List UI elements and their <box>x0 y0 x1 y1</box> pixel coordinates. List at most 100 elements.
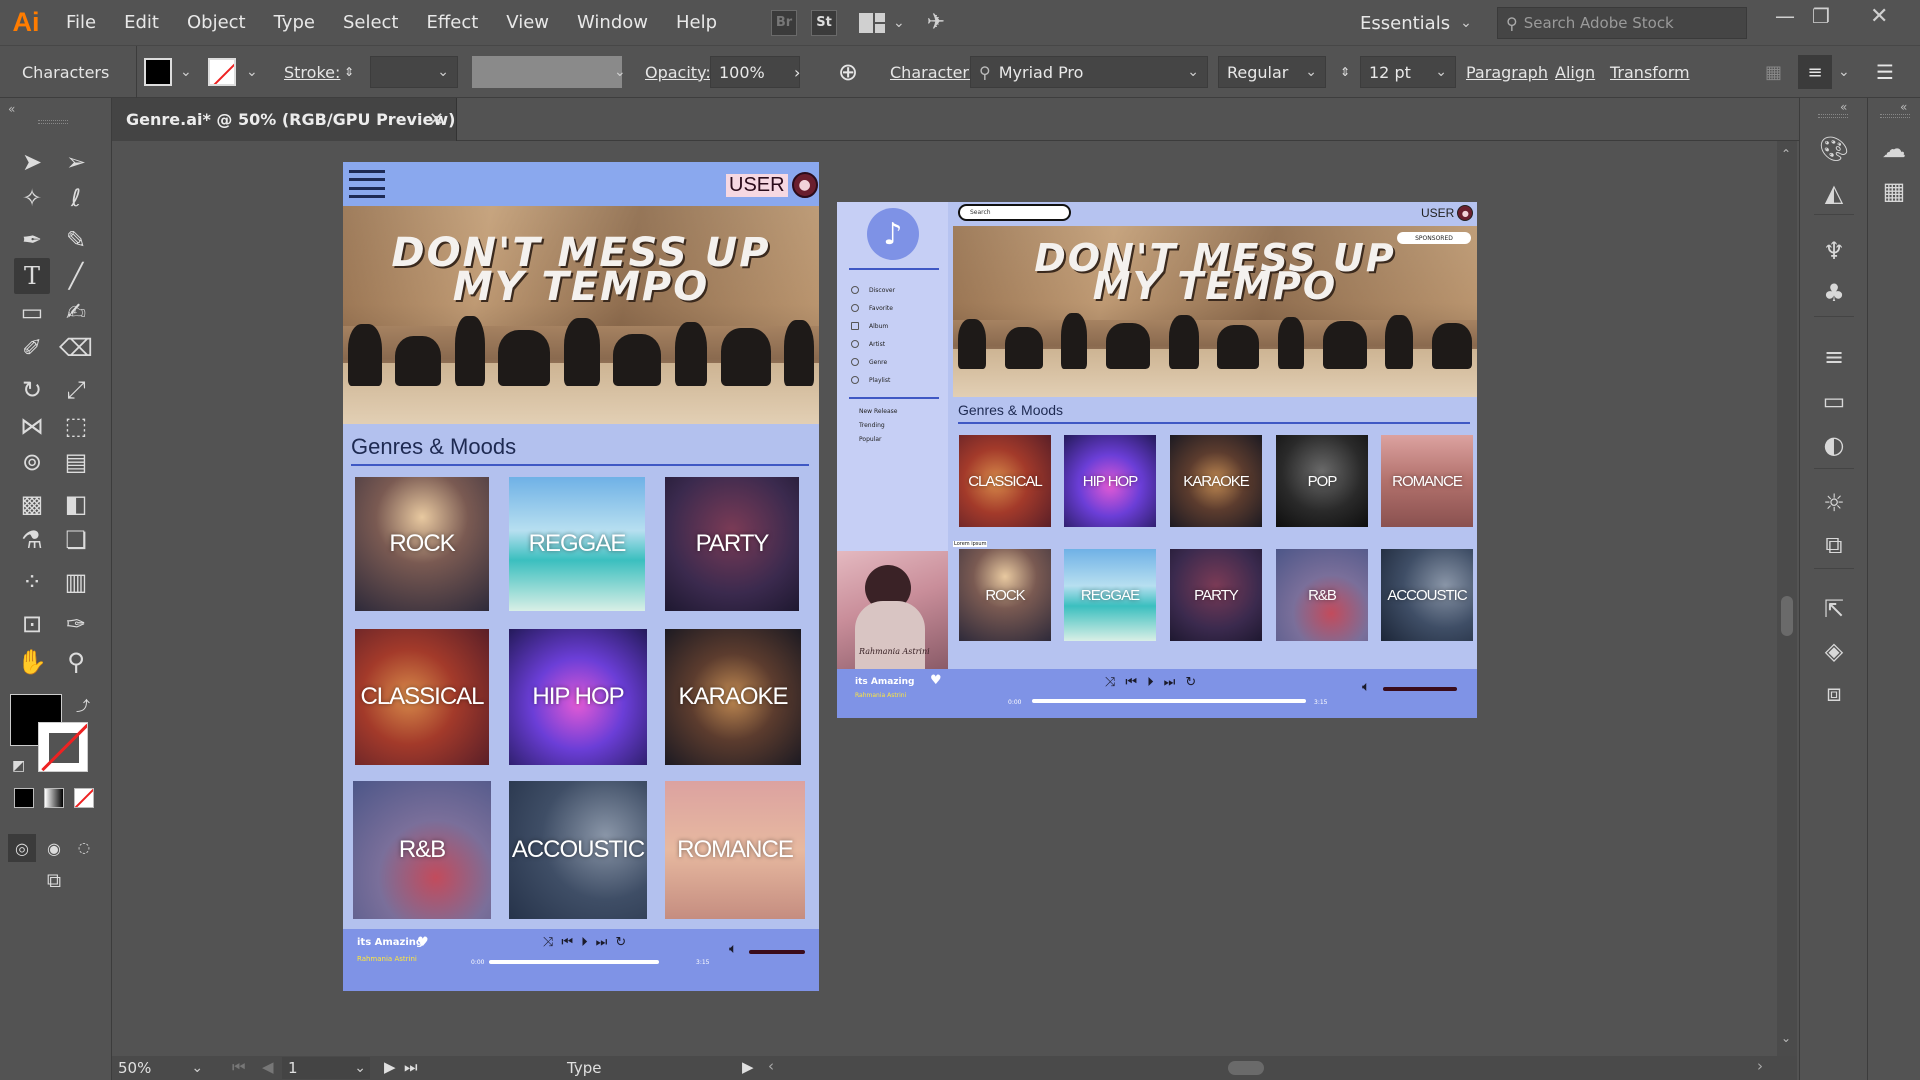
screen-mode-icon[interactable]: ⧉ <box>36 862 72 898</box>
stock-search-field[interactable]: ⚲ Search Adobe Stock <box>1497 7 1747 39</box>
nav-discover[interactable]: Discover <box>851 286 895 294</box>
close-tab-icon[interactable]: ✕ <box>429 109 444 130</box>
align-chevron-icon[interactable]: ⌄ <box>1838 46 1850 98</box>
previous-artboard-icon[interactable]: ◀ <box>262 1058 274 1076</box>
rotate-tool-icon[interactable]: ↻ <box>14 372 50 408</box>
width-tool-icon[interactable]: ⋈ <box>14 408 50 444</box>
next-track-icon[interactable]: ⏭ <box>1164 675 1176 690</box>
color-palette-icon[interactable]: 🎨︎ <box>1816 132 1852 166</box>
genre-tile-reggae[interactable]: REGGAE <box>1064 549 1156 641</box>
stroke-stepper-icon[interactable]: ⇕ <box>344 46 354 98</box>
symbol-sprayer-tool-icon[interactable]: ⁘ <box>14 564 50 600</box>
paragraph-align-icon[interactable]: ≡ <box>1798 55 1832 89</box>
nav-new-release[interactable]: New Release <box>859 408 897 415</box>
properties-icon[interactable]: ▦ <box>1876 174 1912 208</box>
stroke-label[interactable]: Stroke: <box>284 46 340 98</box>
menu-window[interactable]: Window <box>563 12 662 33</box>
nav-favorite[interactable]: Favorite <box>851 304 893 312</box>
curvature-tool-icon[interactable]: ✎ <box>58 222 94 258</box>
character-label[interactable]: Character: <box>890 46 974 98</box>
dock-secondary-grip[interactable] <box>1880 114 1910 118</box>
scale-tool-icon[interactable]: ⤢ <box>58 372 94 408</box>
variable-width-profile[interactable] <box>472 56 622 88</box>
volume-slider[interactable] <box>1383 687 1457 691</box>
blend-tool-icon[interactable]: ❏ <box>58 522 94 558</box>
transparency-icon[interactable]: ◐ <box>1816 428 1852 462</box>
close-window-icon[interactable]: ✕ <box>1870 4 1888 29</box>
repeat-icon[interactable]: ↻ <box>615 935 626 950</box>
arrange-chevron-icon[interactable]: ⌄ <box>893 15 905 31</box>
collapse-panel-icon[interactable]: « <box>8 102 15 116</box>
fill-swatch[interactable] <box>144 46 172 98</box>
repeat-icon[interactable]: ↻ <box>1185 675 1196 690</box>
workspace-switcher[interactable]: Essentials ⌄ <box>1360 8 1472 38</box>
next-artboard-icon[interactable]: ▶ <box>384 1058 396 1076</box>
genre-tile-hiphop[interactable]: HIP HOP <box>509 629 647 765</box>
paintbrush-tool-icon[interactable]: ✍ <box>58 294 94 330</box>
layers-icon[interactable]: ◈ <box>1816 634 1852 668</box>
stroke-chevron-icon[interactable]: ⌄ <box>246 46 258 98</box>
document-tab[interactable]: Genre.ai* @ 50% (RGB/GPU Preview) ✕ <box>112 98 457 141</box>
app-logo-icon[interactable]: ♪ <box>867 208 919 260</box>
hamburger-menu-icon[interactable] <box>349 170 385 198</box>
scroll-right-icon[interactable]: › <box>1757 1057 1763 1075</box>
nav-playlist[interactable]: Playlist <box>851 376 890 384</box>
menu-effect[interactable]: Effect <box>412 12 492 33</box>
menu-type[interactable]: Type <box>260 12 329 33</box>
shuffle-icon[interactable]: ⤨ <box>1105 675 1115 690</box>
default-colors-icon[interactable]: ◩ <box>12 758 25 774</box>
stroke-weight-field[interactable]: ⌄ <box>370 56 458 88</box>
menu-object[interactable]: Object <box>173 12 260 33</box>
menu-help[interactable]: Help <box>662 12 731 33</box>
artboards-icon[interactable]: ⧈ <box>1816 676 1852 710</box>
artboard-number-field[interactable]: 1 ⌄ <box>282 1057 370 1079</box>
opacity-label[interactable]: Opacity: <box>645 46 711 98</box>
perspective-grid-tool-icon[interactable]: ▤ <box>58 444 94 480</box>
recolor-artwork-icon[interactable]: ⊕ <box>838 46 858 98</box>
genre-tile-karaoke[interactable]: KARAOKE <box>665 629 801 765</box>
font-size-field[interactable]: 12 pt ⌄ <box>1360 56 1456 88</box>
nav-popular[interactable]: Popular <box>859 436 882 443</box>
grid-icon[interactable]: ▦ <box>1765 46 1782 98</box>
mobile-artboard[interactable]: USER ● DON'T MESS UP MY TEMPO Genres & M… <box>343 162 819 991</box>
hand-tool-icon[interactable]: ✋ <box>14 644 50 680</box>
dock-grip[interactable] <box>1818 114 1848 118</box>
previous-track-icon[interactable]: ⏮ <box>561 935 573 950</box>
genre-tile-rock[interactable]: ROCK <box>355 477 489 611</box>
like-heart-icon[interactable]: ♥ <box>417 935 429 950</box>
menu-view[interactable]: View <box>492 12 563 33</box>
genre-tile-party[interactable]: PARTY <box>1170 549 1262 641</box>
creative-cloud-libraries-icon[interactable]: ☁ <box>1876 132 1912 166</box>
menu-select[interactable]: Select <box>329 12 413 33</box>
graphic-styles-icon[interactable]: ⧉ <box>1816 528 1852 562</box>
stroke-panel-icon[interactable]: ≡ <box>1816 340 1852 374</box>
minimize-icon[interactable]: — <box>1775 4 1795 28</box>
lasso-tool-icon[interactable]: ℓ <box>58 180 94 216</box>
genre-tile-rnb[interactable]: R&B <box>1276 549 1368 641</box>
nav-artist[interactable]: Artist <box>851 340 885 348</box>
type-tool-icon[interactable]: T <box>14 258 50 294</box>
gradient-tool-icon[interactable]: ◧ <box>58 486 94 522</box>
stroke-swatch[interactable] <box>208 46 236 98</box>
draw-normal-icon[interactable]: ◎ <box>8 834 36 862</box>
paragraph-link[interactable]: Paragraph <box>1466 46 1548 98</box>
previous-track-icon[interactable]: ⏮ <box>1125 675 1137 690</box>
search-input[interactable]: Search <box>958 204 1071 221</box>
user-menu[interactable]: USER ● <box>1421 204 1474 222</box>
menu-file[interactable]: File <box>52 12 110 33</box>
magic-wand-tool-icon[interactable]: ✧ <box>14 180 50 216</box>
genre-tile-reggae[interactable]: REGGAE <box>509 477 645 611</box>
draw-behind-icon[interactable]: ◉ <box>40 834 68 862</box>
stock-button[interactable]: St <box>811 9 838 36</box>
selection-tool-icon[interactable]: ➤ <box>14 144 50 180</box>
progress-track[interactable] <box>489 960 659 964</box>
genre-tile-karaoke[interactable]: KARAOKE <box>1170 435 1262 527</box>
eraser-tool-icon[interactable]: ⌫ <box>58 330 94 366</box>
arrange-documents-icon[interactable] <box>859 12 886 33</box>
scroll-thumb[interactable] <box>1781 596 1793 636</box>
stroke-color-swatch[interactable] <box>38 722 88 772</box>
next-track-icon[interactable]: ⏭ <box>596 935 608 950</box>
vertical-scrollbar[interactable]: ⌃ ⌄ <box>1777 141 1797 1056</box>
fill-chevron-icon[interactable]: ⌄ <box>180 46 192 98</box>
panel-menu-icon[interactable]: ☰ <box>1876 46 1894 98</box>
